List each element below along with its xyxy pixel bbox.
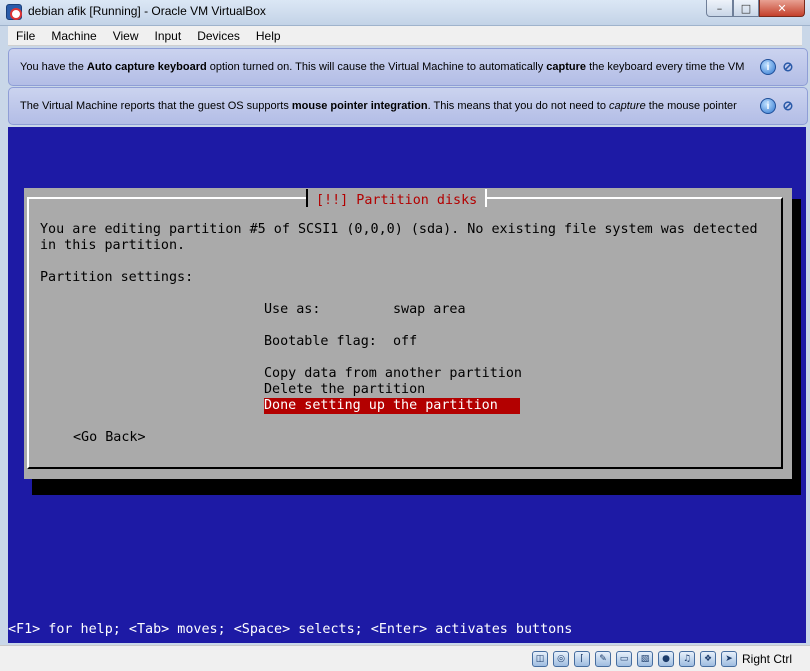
statusbar: ◫ ◎ ⌈ ✎ ▭ ▧ ● ♫ ❖ ➤ Right Ctrl [0,645,810,671]
notice-text: You have the Auto capture keyboard optio… [20,61,765,73]
dismiss-notice-icon[interactable]: ⊘ [780,98,796,114]
video-capture-icon[interactable]: ● [658,651,674,667]
optical-drive-icon[interactable]: ◎ [553,651,569,667]
maximize-button[interactable]: □ [733,0,759,17]
notice-text-part: . This means that you do not need to [427,100,609,112]
notice-text-part: option turned on. This will cause the Vi… [206,61,547,73]
menu-machine[interactable]: Machine [43,26,104,46]
menu-file[interactable]: File [8,26,43,46]
option-use-as[interactable]: Use as: swap area [264,302,466,318]
notice-text-italic: capture [609,100,646,112]
notice-text-part: the keyboard every time the VM [586,61,745,73]
menubar: File Machine View Input Devices Help [8,26,802,46]
window-title: debian afik [Running] - Oracle VM Virtua… [28,4,266,18]
notice-text-part: the mouse pointer [645,100,737,112]
dialog-description-line2: in this partition. [40,238,186,253]
dialog-description-line1: You are editing partition #5 of SCSI1 (0… [40,222,758,237]
notice-text-part: The Virtual Machine reports that the gue… [20,100,292,112]
info-icon[interactable]: i [760,59,776,75]
mouse-integration-icon[interactable]: ➤ [721,651,737,667]
shared-folders-icon[interactable]: ✎ [595,651,611,667]
dialog-title-box: [!!] Partition disks [306,189,488,208]
notice-text-bold: capture [546,61,587,73]
notice-text-part: You have the [20,61,87,73]
mouse-integration-notice: The Virtual Machine reports that the gue… [8,87,808,125]
host-key-label: Right Ctrl [742,652,793,666]
hard-disk-icon[interactable]: ◫ [532,651,548,667]
usb-icon[interactable]: ⌈ [574,651,590,667]
audio-icon[interactable]: ♫ [679,651,695,667]
partition-settings-heading: Partition settings: [40,270,194,285]
menu-input[interactable]: Input [147,26,190,46]
notice-text: The Virtual Machine reports that the gue… [20,100,765,112]
dialog-title: [!!] Partition disks [316,193,478,208]
go-back-button[interactable]: <Go Back> [73,430,146,446]
option-bootable-flag[interactable]: Bootable flag: off [264,334,417,350]
close-window-button[interactable]: ✕ [759,0,805,17]
option-delete-partition[interactable]: Delete the partition [264,382,425,398]
menu-help[interactable]: Help [248,26,289,46]
notice-text-bold: mouse pointer integration [291,100,428,112]
keyboard-capture-icon[interactable]: ❖ [700,651,716,667]
option-copy-data[interactable]: Copy data from another partition [264,366,522,382]
minimize-button[interactable]: – [706,0,733,17]
notice-text-bold: Auto capture keyboard [86,61,207,73]
partition-dialog: [!!] Partition disks You are editing par… [24,188,792,479]
dismiss-notice-icon[interactable]: ⊘ [780,59,796,75]
menu-devices[interactable]: Devices [189,26,248,46]
network-icon[interactable]: ▧ [637,651,653,667]
keyboard-capture-notice: You have the Auto capture keyboard optio… [8,48,808,86]
window-titlebar: debian afik [Running] - Oracle VM Virtua… [0,0,810,26]
display-icon[interactable]: ▭ [616,651,632,667]
vm-display[interactable]: [!!] Partition disks You are editing par… [8,127,806,643]
menu-view[interactable]: View [105,26,147,46]
option-done-setting-up[interactable]: Done setting up the partition [264,398,520,414]
virtualbox-logo-icon [6,4,22,20]
info-icon[interactable]: i [760,98,776,114]
keyboard-help-line: <F1> for help; <Tab> moves; <Space> sele… [8,622,573,637]
